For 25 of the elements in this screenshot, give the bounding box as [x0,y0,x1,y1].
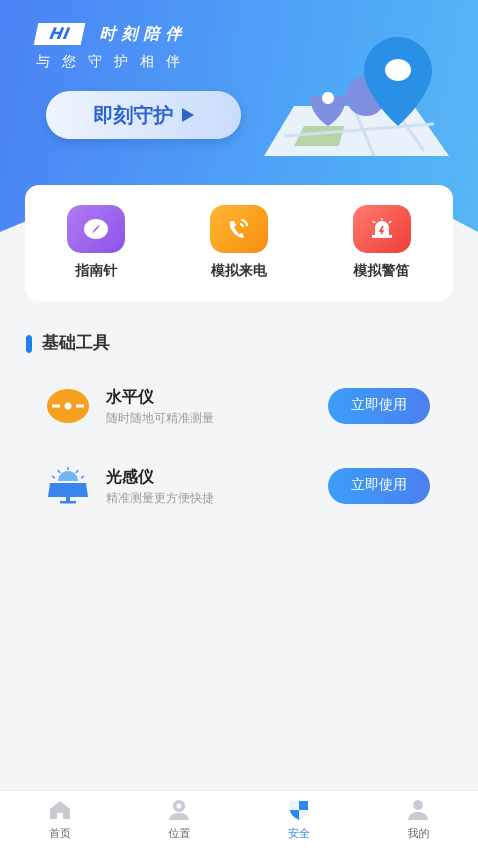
section-title: 基础工具 [42,332,110,355]
play-icon [182,108,194,122]
tab-item[interactable]: 首页 [0,791,120,850]
action-label[interactable]: 模拟警笛 [354,260,410,282]
use-button[interactable]: 立即使用 [328,468,430,504]
tool-name: 光感仪 [106,466,155,488]
banner-subtitle: 与您守护相伴 [36,53,193,72]
use-button[interactable]: 立即使用 [328,388,430,424]
siren-icon[interactable] [352,204,411,252]
tool-name: 水平仪 [106,386,155,408]
section-marker [26,334,32,353]
tool-description: 精准测量更方便快捷 [106,490,214,506]
tab-item[interactable]: 位置 [120,791,239,850]
hi-tag: HI [34,23,86,45]
solar-panel-icon [46,466,90,504]
tab-item[interactable]: 我的 [358,791,478,850]
action-label[interactable]: 指南针 [75,260,118,282]
tab-item[interactable]: 安全 [239,791,358,850]
banner-title: 时刻陪伴 [99,23,188,45]
tool-description: 随时随地可精准测量 [106,410,214,426]
guard-button[interactable]: 即刻守护 [46,91,241,139]
compass-icon[interactable] [67,204,126,252]
level-icon [46,388,90,424]
call-icon[interactable] [210,204,268,252]
action-label[interactable]: 模拟来电 [210,260,267,282]
